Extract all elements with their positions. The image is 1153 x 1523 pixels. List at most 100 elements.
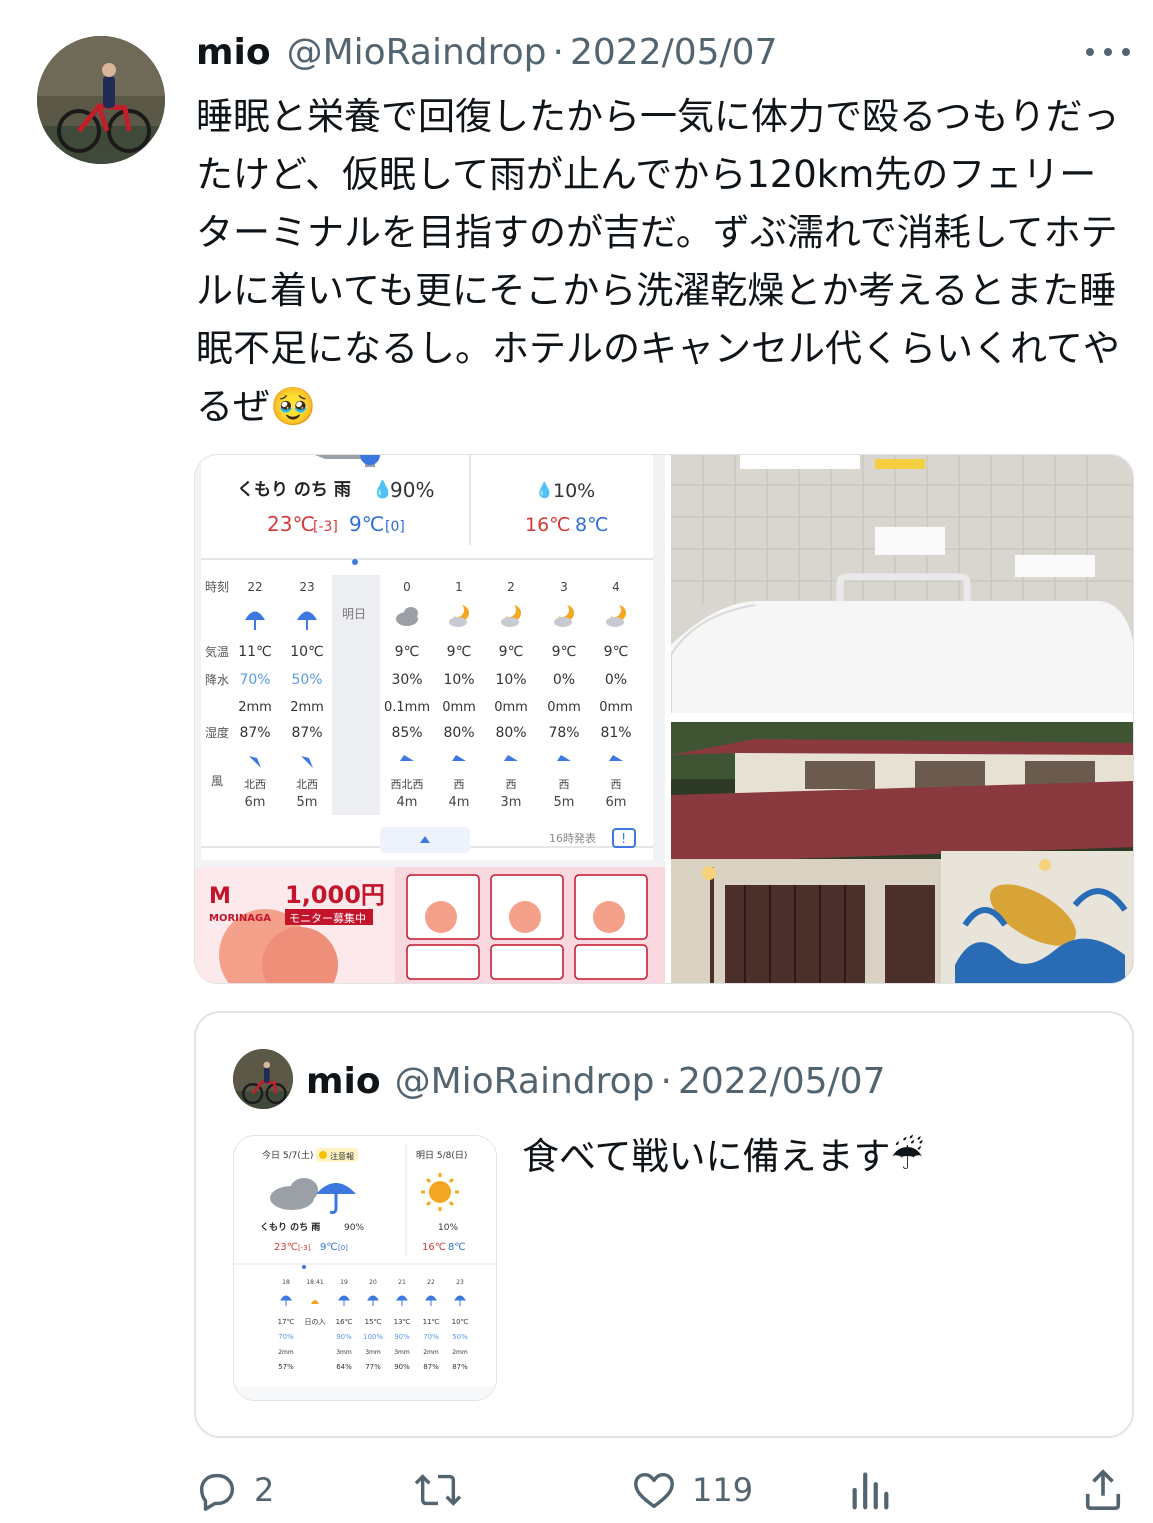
svg-text:M: M [209, 884, 231, 909]
tomorrow-low: 8℃ [575, 514, 608, 536]
wind-speed: 6m [245, 795, 266, 810]
q-low-diff: [0] [338, 1244, 348, 1252]
q-precip: 70% [278, 1333, 294, 1341]
amount-value: 0mm [547, 700, 581, 715]
wind-direction: 西 [611, 778, 622, 791]
reply-button[interactable]: 2 [194, 1460, 274, 1520]
q-hour: 18 [282, 1279, 290, 1286]
wind-speed: 6m [606, 795, 627, 810]
temp-value: 9℃ [447, 644, 472, 660]
like-button[interactable]: 119 [630, 1460, 753, 1520]
humidity-value: 80% [495, 725, 526, 741]
author-handle[interactable]: @MioRaindrop [287, 32, 547, 73]
tomorrow-rain: 10% [553, 480, 595, 502]
q-hour: 20 [369, 1279, 377, 1286]
hour-label: 3 [560, 580, 568, 594]
q-tomorrow-high: 16℃ [422, 1242, 446, 1253]
avatar-photo [37, 36, 165, 164]
precip-value: 50% [291, 672, 322, 688]
quoted-author-name[interactable]: mio [306, 1061, 381, 1102]
author-name[interactable]: mio [196, 32, 271, 73]
today-high-diff: [-3] [313, 519, 338, 535]
q-amount: 2mm [423, 1349, 439, 1356]
like-count: 119 [692, 1471, 754, 1509]
tweet-date[interactable]: 2022/05/07 [570, 32, 778, 73]
today-low: 9℃ [349, 512, 384, 536]
q-hour: 23 [456, 1279, 464, 1286]
weather-screenshot-image[interactable]: くもり のち 雨 💧 90% 23℃ [-3] 9℃ [0] 💧 10% 16℃… [195, 455, 665, 984]
hour-label: 23 [299, 580, 314, 594]
q-temp: 10℃ [452, 1318, 469, 1326]
ferry-terminal-building-photo[interactable] [671, 716, 1134, 984]
q-tomorrow-label: 明日 5/8(日) [416, 1150, 467, 1161]
q-amount: 3mm [365, 1349, 381, 1356]
hour-label: 0 [403, 580, 411, 594]
wind-direction: 西 [559, 778, 570, 791]
tweet-header: mio @MioRaindrop · 2022/05/07 [196, 24, 777, 80]
quoted-separator-dot: · [660, 1060, 672, 1102]
q-hour: 21 [398, 1279, 406, 1286]
precip-value: 30% [391, 672, 422, 688]
q-rain: 90% [344, 1223, 364, 1233]
q-tomorrow-low: 8℃ [448, 1242, 466, 1253]
humidity-value: 80% [443, 725, 474, 741]
label-time: 時刻 [205, 580, 229, 594]
amount-value: 0mm [599, 700, 633, 715]
tomorrow-high: 16℃ [525, 514, 571, 536]
q-high-diff: [-3] [298, 1244, 311, 1252]
wind-direction: 西 [454, 778, 465, 791]
q-temp: 16℃ [336, 1318, 353, 1326]
temp-value: 9℃ [499, 644, 524, 660]
view-analytics-button[interactable] [848, 1460, 892, 1520]
retweet-icon [414, 1474, 462, 1506]
action-bar: 2 119 [0, 1460, 1153, 1520]
quoted-tweet-date[interactable]: 2022/05/07 [678, 1061, 886, 1102]
wind-speed: 4m [397, 795, 418, 810]
q-temp: 11℃ [423, 1318, 440, 1326]
ad-brand: MORINAGA [209, 913, 271, 924]
tomorrow-divider: 明日 [342, 607, 366, 621]
retweet-button[interactable] [412, 1460, 478, 1520]
author-avatar[interactable] [37, 36, 165, 164]
amount-value: 0mm [494, 700, 528, 715]
hour-label: 22 [247, 580, 262, 594]
quoted-weather-thumbnail[interactable]: 今日 5/7(土) 注意報 明日 5/8(日) くもり のち 雨 90% 23℃… [233, 1135, 497, 1401]
temp-value: 10℃ [290, 644, 324, 660]
quoted-weather-svg: 今日 5/7(土) 注意報 明日 5/8(日) くもり のち 雨 90% 23℃… [234, 1136, 496, 1400]
tweet-text: 睡眠と栄養で回復したから一気に体力で殴るつもりだったけど、仮眠して雨が止んでから… [196, 95, 1120, 428]
svg-text:!: ! [621, 832, 626, 847]
quoted-author-handle[interactable]: @MioRaindrop [395, 1061, 655, 1102]
more-options-icon[interactable] [1086, 40, 1130, 64]
wind-direction: 西 [506, 778, 517, 791]
q-hour: 18:41 [306, 1279, 323, 1286]
q-temp: 15℃ [365, 1318, 382, 1326]
wind-direction: 北西 [296, 778, 318, 791]
q-humidity: 64% [336, 1363, 352, 1371]
q-humidity: 90% [394, 1363, 410, 1371]
analytics-icon [852, 1472, 889, 1510]
q-humidity: 87% [423, 1363, 439, 1371]
quoted-author-avatar[interactable] [233, 1049, 293, 1109]
label-precip: 降水 [205, 673, 229, 687]
temp-value: 9℃ [552, 644, 577, 660]
q-humidity: 87% [452, 1363, 468, 1371]
precip-value: 10% [495, 672, 526, 688]
bathroom-photo[interactable] [670, 455, 1134, 713]
q-precip: 50% [452, 1333, 468, 1341]
share-button[interactable] [1082, 1460, 1124, 1520]
ad-sub: モニター募集中 [289, 911, 366, 925]
quoted-tweet-header: mio @MioRaindrop · 2022/05/07 [306, 1055, 885, 1107]
quoted-avatar-photo [233, 1049, 293, 1109]
precip-value: 10% [443, 672, 474, 688]
temp-value: 11℃ [238, 644, 272, 660]
wind-speed: 5m [297, 795, 318, 810]
hour-label: 2 [507, 580, 515, 594]
amount-value: 0.1mm [384, 700, 430, 715]
precip-value: 0% [605, 672, 627, 688]
wind-speed: 3m [501, 795, 522, 810]
q-precip: 90% [336, 1333, 352, 1341]
reply-count: 2 [254, 1471, 275, 1509]
q-amount: 3mm [394, 1349, 410, 1356]
quoted-tweet[interactable]: mio @MioRaindrop · 2022/05/07 今日 5/7(土) … [194, 1011, 1134, 1438]
published-time: 16時発表 [549, 831, 596, 845]
